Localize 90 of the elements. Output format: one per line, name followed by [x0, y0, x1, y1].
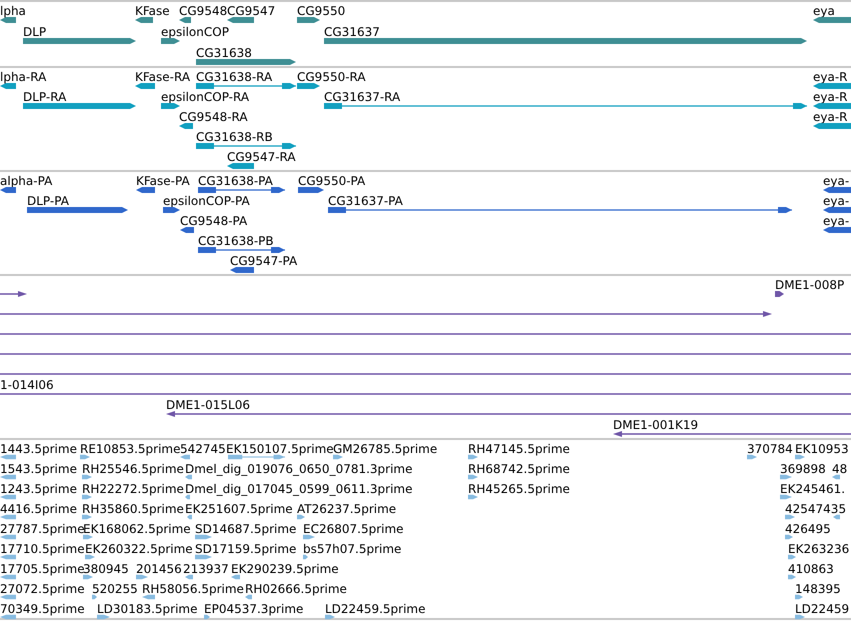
est-label: 4416.5prime	[0, 502, 77, 516]
clone-label: DME1-001K19	[613, 418, 698, 432]
transcript-label: CG9548-RA	[179, 110, 248, 124]
est-label: 426495	[785, 522, 831, 536]
est-label: 380945	[83, 562, 129, 576]
protein-label: CG31638-PB	[198, 234, 274, 248]
est-label: EC26807.5prime	[303, 522, 404, 536]
est-label: 17705.5prime	[0, 562, 85, 576]
protein-label: CG9550-PA	[298, 174, 366, 188]
gene-label: epsilonCOP	[161, 25, 229, 39]
protein-label: KFase-PA	[136, 174, 190, 188]
protein-label: CG9547-PA	[230, 254, 298, 268]
clone-label: 1-014I06	[0, 378, 54, 392]
transcript-label: CG9547-RA	[227, 150, 296, 164]
est-label: EK260322.5prime	[85, 542, 193, 556]
est-label: 201456	[136, 562, 182, 576]
est-label: SD14687.5prime	[195, 522, 296, 536]
est-label: LD22459	[795, 602, 850, 616]
protein-label: CG31637-PA	[328, 194, 403, 208]
protein-label: epsilonCOP-PA	[163, 194, 250, 208]
est-label: 213937	[183, 562, 229, 576]
transcript-label: eya-R	[813, 110, 848, 124]
gene-label: CG9548	[179, 4, 228, 18]
est-label: 1243.5prime	[0, 482, 77, 496]
est-label: 27072.5prime	[0, 582, 85, 596]
gene-label: eya	[813, 4, 835, 18]
est-label: 369898	[780, 462, 826, 476]
gene-label: CG31637	[324, 25, 380, 39]
est-label: RH25546.5prime	[82, 462, 184, 476]
est-label: SD17159.5prime	[195, 542, 296, 556]
est-label: RH02666.5prime	[245, 582, 347, 596]
transcript-label: eya-R	[813, 70, 848, 84]
transcript-label: CG9550-RA	[297, 70, 366, 84]
transcript-label: epsilonCOP-RA	[161, 90, 250, 104]
transcript-label: eya-R	[813, 90, 848, 104]
est-label: 148395	[795, 582, 841, 596]
gene-label: CG9550	[297, 4, 346, 18]
gene-label: KFase	[135, 4, 170, 18]
est-label: LD30183.5prime	[97, 602, 198, 616]
est-label: 27787.5prime	[0, 522, 85, 536]
protein-label: eya-	[823, 174, 850, 188]
gene-label: DLP	[23, 25, 46, 39]
est-label: EK168062.5prime	[83, 522, 191, 536]
protein-label: eya-	[823, 214, 850, 228]
est-label: bs57h07.5prime	[303, 542, 402, 556]
est-label: 42547435	[785, 502, 846, 516]
est-label: 48	[832, 462, 848, 476]
est-label: EK290239.5prime	[231, 562, 339, 576]
est-label: Dmel_dig_019076_0650_0781.3prime	[185, 462, 413, 476]
transcript-label: CG31637-RA	[324, 90, 400, 104]
protein-label: alpha-PA	[0, 174, 52, 188]
transcript-label: CG31638-RA	[196, 70, 272, 84]
est-label: RE10853.5prime	[80, 442, 180, 456]
est-label: Dmel_dig_017045_0599_0611.3prime	[185, 482, 413, 496]
est-label: RH45265.5prime	[468, 482, 570, 496]
est-label: 410863	[788, 562, 834, 576]
est-label: 70349.5prime	[0, 602, 85, 616]
gene-label: CG9547	[227, 4, 276, 18]
est-label: RH58056.5prime	[142, 582, 244, 596]
est-label: 1543.5prime	[0, 462, 77, 476]
clone-label: DME1-008P	[775, 278, 844, 292]
est-label: EK10953	[795, 442, 849, 456]
protein-label: CG9548-PA	[180, 214, 248, 228]
protein-label: CG31638-PA	[198, 174, 273, 188]
est-label: 370784	[747, 442, 793, 456]
est-label: RH35860.5prime	[82, 502, 184, 516]
transcript-label: DLP-RA	[23, 90, 66, 104]
transcript-label: KFase-RA	[135, 70, 190, 84]
est-label: EK263236	[788, 542, 850, 556]
transcript-label: CG31638-RB	[196, 130, 273, 144]
est-label: 542745	[180, 442, 226, 456]
est-label: 520255	[92, 582, 138, 596]
protein-label: DLP-PA	[27, 194, 69, 208]
est-label: RH47145.5prime	[468, 442, 570, 456]
est-label: LD22459.5prime	[325, 602, 426, 616]
est-label: 17710.5prime	[0, 542, 85, 556]
est-label: EK150107.5prime	[226, 442, 334, 456]
est-label: GM26785.5prime	[333, 442, 438, 456]
est-label: 1443.5prime	[0, 442, 77, 456]
est-label: EK245461.	[780, 482, 846, 496]
est-label: EP04537.3prime	[204, 602, 304, 616]
est-label: EK251607.5prime	[185, 502, 293, 516]
gene-label: CG31638	[196, 46, 252, 60]
protein-label: eya-	[823, 194, 850, 208]
gene-label: lpha	[0, 4, 26, 18]
transcript-label: lpha-RA	[0, 70, 46, 84]
est-label: RH22272.5prime	[82, 482, 184, 496]
est-label: RH68742.5prime	[468, 462, 570, 476]
est-label: AT26237.5prime	[297, 502, 396, 516]
clone-label: DME1-015L06	[166, 398, 250, 412]
